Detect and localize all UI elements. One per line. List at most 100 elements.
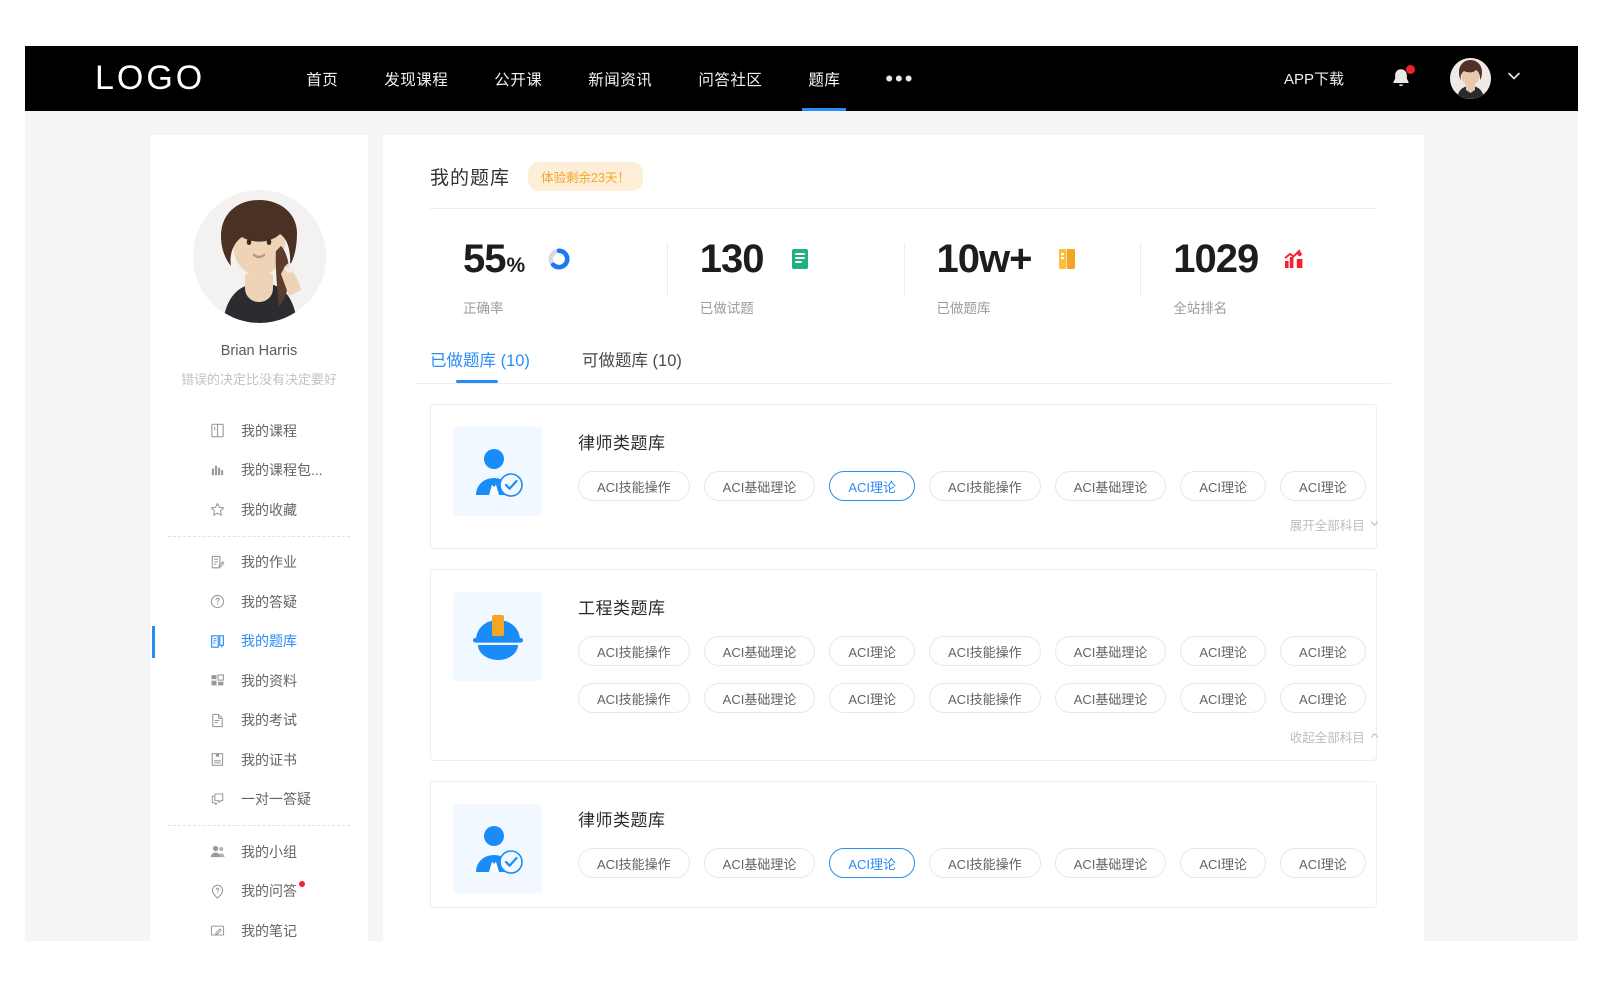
stat-label: 已做题库 [904,297,1141,317]
subject-tag[interactable]: ACI理论 [1180,636,1266,666]
subject-tag[interactable]: ACI基础理论 [704,848,816,878]
subject-tag[interactable]: ACI基础理论 [1055,636,1167,666]
sidebar-item-my-qa-answers[interactable]: 我的答疑 [150,582,368,622]
nav-item-news[interactable]: 新闻资讯 [565,46,675,111]
subject-tag[interactable]: ACI理论 [1280,683,1366,713]
stat-label: 全站排名 [1140,297,1377,317]
notification-bell-button[interactable] [1388,66,1414,92]
subject-tag[interactable]: ACI技能操作 [578,683,690,713]
sidebar-item-my-exams[interactable]: 我的考试 [150,701,368,741]
subject-tag[interactable]: ACI基础理论 [704,636,816,666]
panel-header: 我的题库 体验剩余23天！ [383,135,1424,191]
collapse-all-subjects-button[interactable]: 收起全部科目 [578,727,1380,746]
sidebar-item-label: 我的小组 [241,842,297,862]
stat-value: 10w+ [937,239,1033,279]
profile-sidebar: Brian Harris 错误的决定比没有决定要好 我的课程 我的课程包... … [150,135,368,945]
subject-tag[interactable]: ACI理论 [1180,683,1266,713]
subject-tag[interactable]: ACI技能操作 [929,683,1041,713]
page-bottom-margin [0,941,1600,990]
subject-tag[interactable]: ACI理论 [1180,848,1266,878]
subject-tag-selected[interactable]: ACI理论 [829,848,915,878]
subject-tag[interactable]: ACI基础理论 [1055,848,1167,878]
chevron-down-icon [1505,67,1523,85]
subject-tag[interactable]: ACI理论 [1280,636,1366,666]
nav-item-home[interactable]: 首页 [283,46,361,111]
subject-tag-row: ACI技能操作 ACI基础理论 ACI理论 ACI技能操作 ACI基础理论 AC… [578,848,1380,878]
chat-bubble-icon [208,790,226,808]
subject-tag[interactable]: ACI技能操作 [929,471,1041,501]
card-title: 律师类题库 [578,429,1380,454]
stat-value-row: 1029 [1140,235,1377,283]
stat-value: 130 [700,239,765,279]
account-chevron-down-button[interactable] [1505,67,1523,90]
homework-pencil-icon [208,553,226,571]
group-users-icon [208,843,226,861]
question-bank-card[interactable]: 律师类题库 ACI技能操作 ACI基础理论 ACI理论 ACI技能操作 ACI基… [430,404,1377,549]
exam-paper-icon [208,711,226,729]
app-download-link[interactable]: APP下载 [1284,68,1344,89]
card-title: 工程类题库 [578,594,1380,619]
nav-item-qa-community[interactable]: 问答社区 [675,46,785,111]
subject-tag[interactable]: ACI基础理论 [1055,471,1167,501]
sidebar-item-my-favorites[interactable]: 我的收藏 [150,490,368,530]
subject-tag[interactable]: ACI基础理论 [1055,683,1167,713]
card-title: 律师类题库 [578,806,1380,831]
subject-tag[interactable]: ACI基础理论 [704,683,816,713]
qa-pin-icon [208,882,226,900]
certificate-icon [208,751,226,769]
subject-tag-selected[interactable]: ACI理论 [829,471,915,501]
sidebar-item-my-homework[interactable]: 我的作业 [150,543,368,583]
sidebar-item-my-group[interactable]: 我的小组 [150,832,368,872]
stat-value-row: 130 [667,235,904,283]
stat-banks-done: 10w+ 已做题库 [904,235,1141,317]
primary-nav: 首页 发现课程 公开课 新闻资讯 问答社区 题库 ••• [283,46,936,111]
sidebar-item-label: 我的问答 [241,881,297,901]
site-logo[interactable]: LOGO [95,59,205,98]
star-icon [208,501,226,519]
subject-tag-row: ACI技能操作 ACI基础理论 ACI理论 ACI技能操作 ACI基础理论 AC… [578,471,1380,501]
subject-tag[interactable]: ACI技能操作 [929,636,1041,666]
subject-tag[interactable]: ACI基础理论 [704,471,816,501]
sidebar-item-label: 我的笔记 [241,921,297,941]
collapse-label: 收起全部科目 [1290,727,1365,746]
profile-avatar[interactable] [193,190,326,323]
sidebar-item-my-question-bank[interactable]: 我的题库 [150,622,368,662]
subject-tag[interactable]: ACI技能操作 [578,471,690,501]
question-bank-card[interactable]: 工程类题库 ACI技能操作 ACI基础理论 ACI理论 ACI技能操作 ACI基… [430,569,1377,761]
nav-item-question-bank[interactable]: 题库 [785,46,863,111]
sidebar-item-my-qa[interactable]: 我的问答 [150,872,368,912]
nav-item-public-class[interactable]: 公开课 [471,46,565,111]
stat-accuracy: 55% 正确率 [430,235,667,317]
sidebar-item-my-certificates[interactable]: 我的证书 [150,740,368,780]
hardhat-helmet-icon [453,592,542,681]
subject-tag[interactable]: ACI理论 [829,683,915,713]
tab-done-banks[interactable]: 已做题库 (10) [430,347,530,383]
expand-all-subjects-button[interactable]: 展开全部科目 [578,515,1380,534]
sidebar-divider [168,536,350,537]
subject-tag[interactable]: ACI技能操作 [929,848,1041,878]
tab-available-banks[interactable]: 可做题库 (10) [582,347,682,383]
trial-status-badge: 体验剩余23天！ [528,162,643,191]
stat-number: 55 [463,237,506,281]
subject-tag[interactable]: ACI理论 [1180,471,1266,501]
question-bank-card[interactable]: 律师类题库 ACI技能操作 ACI基础理论 ACI理论 ACI技能操作 ACI基… [430,781,1377,908]
nav-more-icon[interactable]: ••• [863,46,936,111]
question-bank-icon [208,632,226,650]
green-doc-icon [787,246,813,272]
sidebar-item-my-materials[interactable]: 我的资料 [150,661,368,701]
question-bank-card-list: 律师类题库 ACI技能操作 ACI基础理论 ACI理论 ACI技能操作 ACI基… [430,404,1377,908]
subject-tag[interactable]: ACI技能操作 [578,848,690,878]
subject-tag[interactable]: ACI理论 [829,636,915,666]
subject-tag[interactable]: ACI技能操作 [578,636,690,666]
subject-tag[interactable]: ACI理论 [1280,848,1366,878]
page-title: 我的题库 [430,163,510,190]
stat-value: 1029 [1173,239,1259,279]
sidebar-item-label: 我的课程 [241,421,297,441]
sidebar-item-my-courses[interactable]: 我的课程 [150,411,368,451]
avatar[interactable] [1450,58,1491,99]
notification-badge-dot [1406,65,1415,74]
nav-item-discover-courses[interactable]: 发现课程 [361,46,471,111]
subject-tag[interactable]: ACI理论 [1280,471,1366,501]
sidebar-item-one-on-one-qa[interactable]: 一对一答疑 [150,780,368,820]
sidebar-item-my-course-packages[interactable]: 我的课程包... [150,451,368,491]
